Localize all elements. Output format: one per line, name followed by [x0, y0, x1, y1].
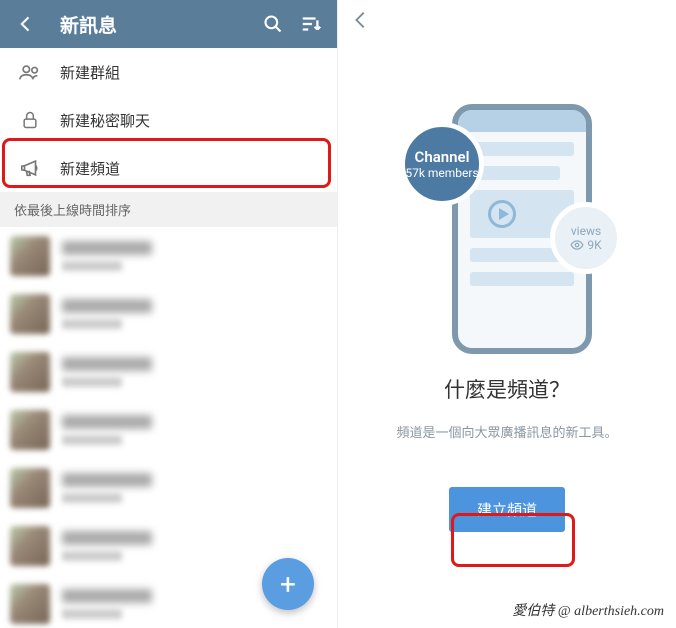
list-item[interactable] — [0, 401, 337, 459]
contact-sub-blur — [62, 319, 122, 329]
list-item[interactable] — [0, 343, 337, 401]
play-icon — [488, 200, 516, 228]
header-title: 新訊息 — [60, 11, 261, 38]
contact-sub-blur — [62, 493, 122, 503]
avatar — [10, 468, 50, 508]
back-icon[interactable] — [14, 14, 38, 34]
contact-name-blur — [62, 589, 152, 603]
contact-name-blur — [62, 241, 152, 255]
contact-name-blur — [62, 531, 152, 545]
watermark: 愛伯特 @ alberthsieh.com — [512, 600, 664, 620]
group-icon — [16, 61, 44, 83]
contact-sub-blur — [62, 609, 122, 619]
create-channel-button[interactable]: 建立頻道 — [449, 487, 565, 532]
menu-new-channel[interactable]: 新建頻道 — [0, 144, 337, 192]
avatar — [10, 584, 50, 624]
menu-new-group[interactable]: 新建群組 — [0, 48, 337, 96]
menu-label: 新建群組 — [60, 62, 120, 83]
channel-title: 什麼是頻道？ — [444, 374, 570, 404]
eye-icon — [570, 238, 584, 252]
menu-label: 新建頻道 — [60, 158, 120, 179]
list-item[interactable] — [0, 285, 337, 343]
contact-sub-blur — [62, 551, 122, 561]
contact-name-blur — [62, 473, 152, 487]
avatar — [10, 526, 50, 566]
contact-name-blur — [62, 299, 152, 313]
contact-sub-blur — [62, 435, 122, 445]
contact-name-blur — [62, 415, 152, 429]
list-item[interactable] — [0, 459, 337, 517]
list-item[interactable] — [0, 227, 337, 285]
channel-badge-sub: 57k members — [405, 166, 478, 180]
channel-illustration: Channel 57k members views 9K — [392, 74, 622, 354]
contact-sub-blur — [62, 377, 122, 387]
avatar — [10, 294, 50, 334]
header-left: 新訊息 — [0, 0, 337, 48]
menu-new-secret-chat[interactable]: 新建秘密聊天 — [0, 96, 337, 144]
avatar — [10, 352, 50, 392]
contact-sub-blur — [62, 261, 122, 271]
search-icon[interactable] — [261, 14, 285, 34]
contact-name-blur — [62, 357, 152, 371]
plus-icon: + — [280, 568, 296, 601]
channel-badge-title: Channel — [415, 148, 470, 166]
menu-label: 新建秘密聊天 — [60, 110, 150, 131]
channel-subtitle: 頻道是一個向大眾廣播訊息的新工具。 — [396, 422, 617, 441]
views-badge-value: 9K — [587, 238, 601, 252]
new-message-pane: 新訊息 新建群組 新建秘密聊天 新建頻道 依最後上線時間排序 — [0, 0, 338, 628]
fab-compose[interactable]: + — [262, 558, 314, 610]
lock-icon — [16, 110, 44, 130]
channel-intro-pane: Channel 57k members views 9K 什麼是頻道？ 頻道是一… — [338, 0, 676, 628]
channel-badge: Channel 57k members — [400, 122, 484, 206]
back-icon[interactable] — [350, 9, 372, 35]
avatar — [10, 236, 50, 276]
header-right — [338, 0, 676, 44]
views-badge-title: views — [571, 224, 601, 238]
megaphone-icon — [16, 157, 44, 179]
views-badge: views 9K — [550, 202, 622, 274]
section-header: 依最後上線時間排序 — [0, 192, 337, 227]
sort-icon[interactable] — [299, 13, 323, 35]
avatar — [10, 410, 50, 450]
create-menu: 新建群組 新建秘密聊天 新建頻道 — [0, 48, 337, 192]
